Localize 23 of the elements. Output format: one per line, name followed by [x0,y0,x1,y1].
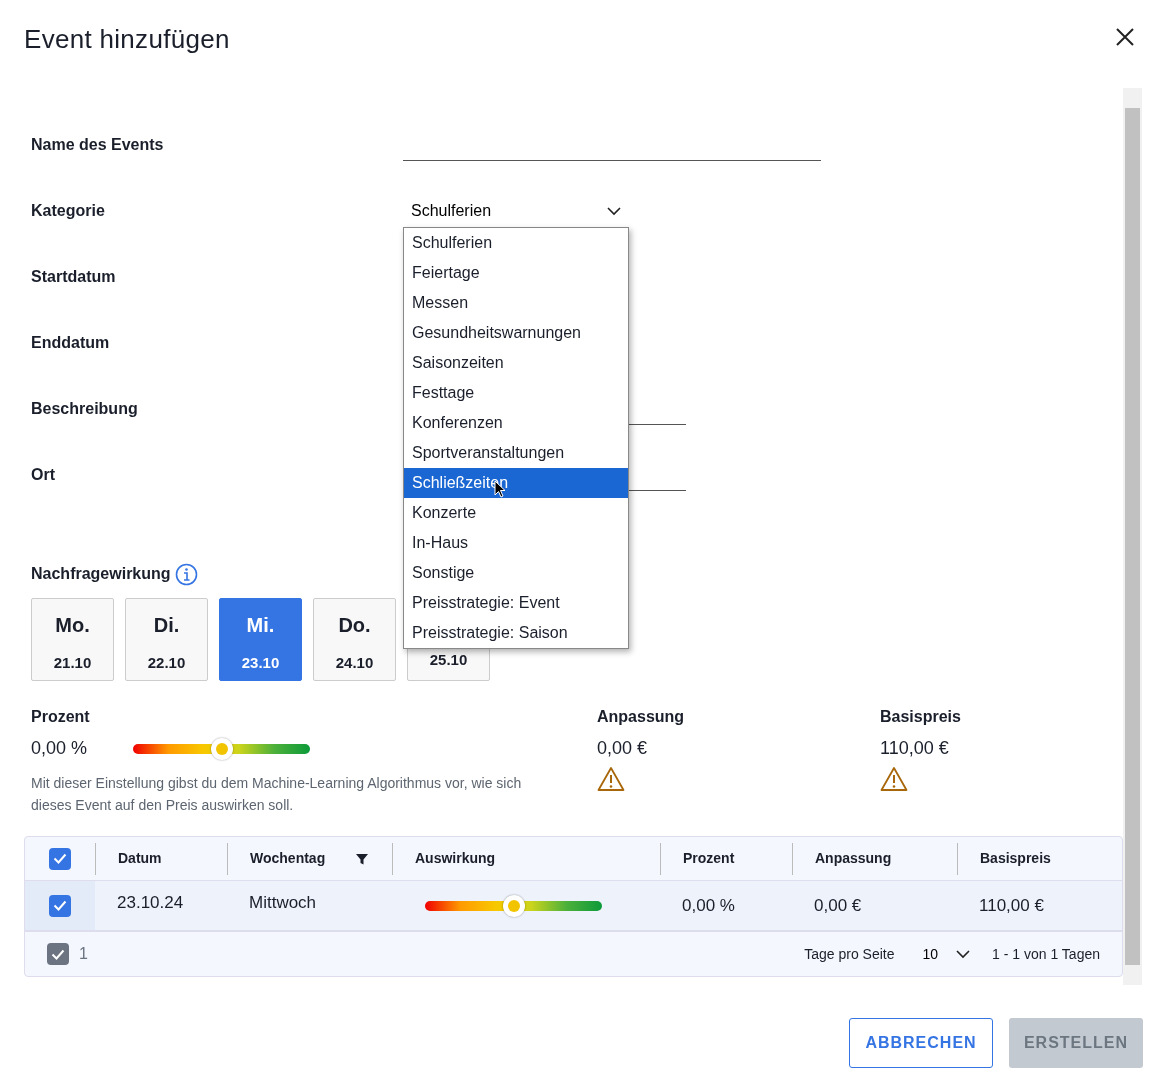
section-title: Nachfragewirkung [31,564,171,584]
table-cell: 0,00 % [682,895,735,915]
table-cell: 23.10.24 [117,892,184,912]
selected-count: 1 [79,944,88,964]
value-text: 110,00 € [880,737,950,760]
value-label: Basispreis [880,707,962,727]
dialog-title: Event hinzufügen [24,23,230,56]
table-cell: 110,00 € [979,895,1044,915]
table-cell: 0,00 € [814,895,862,915]
field-label: Ort [31,465,56,485]
value-label: Prozent [31,707,91,727]
field-label: Enddatum [31,333,111,353]
per-page-label: Tage pro Seite [804,944,895,964]
pagination-range: 1 - 1 von 1 Tagen [992,944,1100,964]
value-text: 0,00 € [597,737,649,760]
field-label: Startdatum [31,267,117,287]
field-label: Kategorie [31,201,106,221]
value-label: Anpassung [597,707,686,727]
description-text: Mit dieser Einstellung gibst du dem Machine-Learning Algorithmus vor, wie sich dieses Event auf den Preis auswirken soll. [31,774,523,815]
field-label: Name des Events [31,135,165,155]
percent-value: 0,00 % [31,737,89,760]
field-label: Beschreibung [31,399,139,419]
table-cell: Mittwoch [249,892,317,912]
